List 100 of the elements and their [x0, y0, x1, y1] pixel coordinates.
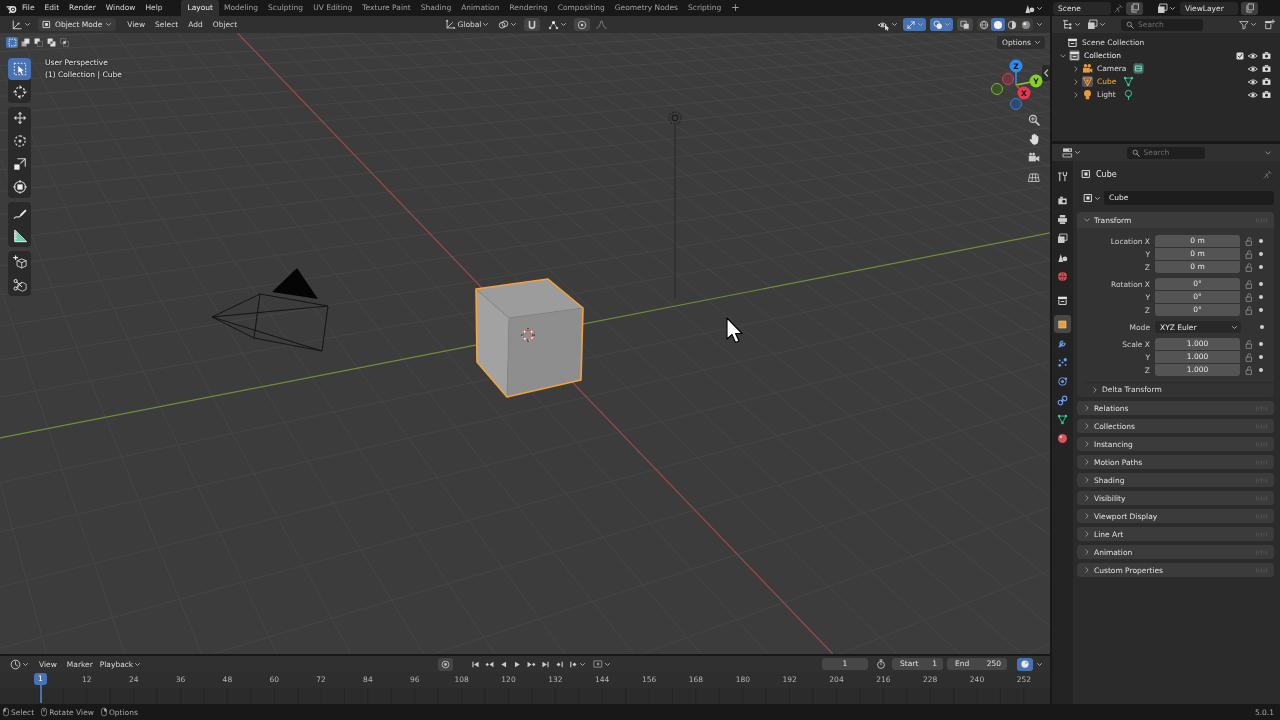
keyframe-left-icon[interactable]: [556, 659, 565, 669]
shading-mode-button[interactable]: [991, 18, 1005, 31]
padlock-open-icon[interactable]: [1245, 236, 1253, 246]
material-sphere-icon: [1007, 19, 1017, 30]
chevron-down-icon[interactable]: [1060, 52, 1066, 59]
shading-mode-button[interactable]: [1019, 18, 1033, 31]
shading-mode-button[interactable]: [1005, 18, 1019, 31]
light-object: [668, 111, 682, 125]
chevron-down-icon[interactable]: [1265, 149, 1271, 156]
view-layer-selector[interactable]: [1155, 1, 1177, 15]
snap-toggle[interactable]: [1017, 657, 1033, 671]
dot-icon[interactable]: [1259, 355, 1263, 359]
chevron-right-icon[interactable]: [1073, 65, 1079, 72]
dot-icon[interactable]: [1259, 368, 1263, 372]
stopwatch-icon[interactable]: [876, 659, 886, 669]
skip-end-icon[interactable]: [541, 659, 550, 669]
collection-box-icon: [1067, 37, 1078, 48]
video-camera-icon[interactable]: [1028, 152, 1040, 164]
properties-tab[interactable]: [1054, 315, 1071, 333]
padlock-open-icon[interactable]: [1245, 292, 1253, 302]
select-new-icon: [7, 38, 17, 47]
zoom-icon[interactable]: [1028, 114, 1040, 126]
checkbox-checked-icon[interactable]: [1236, 51, 1244, 60]
dot-icon[interactable]: [1259, 295, 1263, 299]
dot-icon[interactable]: [1259, 342, 1263, 346]
auto-keying-toggle[interactable]: [438, 657, 453, 671]
overlay-toggle[interactable]: [930, 18, 953, 31]
chevron-right-icon[interactable]: [1073, 91, 1079, 98]
previous-keyframe-icon[interactable]: [485, 659, 494, 669]
tool-button[interactable]: [8, 58, 31, 80]
editor-type-button[interactable]: [1060, 18, 1082, 31]
display-mode-dropdown[interactable]: [1085, 18, 1107, 31]
copy-icon: [1244, 3, 1255, 13]
caret-icon: [1075, 23, 1080, 26]
perspective-grid-icon[interactable]: [1028, 171, 1040, 183]
copy-button[interactable]: [1241, 1, 1258, 15]
dot-icon[interactable]: [1259, 282, 1263, 286]
image-stack-icon: [1157, 2, 1168, 14]
select-intersect-icon: [59, 38, 69, 47]
padlock-open-icon[interactable]: [1245, 249, 1253, 259]
padlock-open-icon[interactable]: [1245, 365, 1253, 375]
bulb-icon: [1082, 89, 1093, 100]
render-camera-icon[interactable]: [1262, 90, 1271, 99]
next-keyframe-icon[interactable]: [527, 659, 536, 669]
padlock-open-icon[interactable]: [1245, 305, 1253, 315]
select-mode-button[interactable]: [6, 37, 18, 48]
render-camera-icon[interactable]: [1262, 64, 1271, 73]
caret-icon: [1075, 151, 1080, 154]
dot-icon[interactable]: [1259, 239, 1263, 243]
shading-mode-button[interactable]: [977, 18, 991, 31]
eye-icon[interactable]: [1248, 89, 1258, 100]
play-icon[interactable]: [513, 659, 522, 669]
select-mode-button[interactable]: [45, 37, 57, 48]
dot-icon[interactable]: [1259, 252, 1263, 256]
falloff-curve-icon[interactable]: [596, 19, 608, 30]
datablock-dropdown[interactable]: [1081, 191, 1102, 205]
add-workspace-button[interactable]: +: [726, 0, 745, 16]
padlock-open-icon[interactable]: [1245, 279, 1253, 289]
eye-icon[interactable]: [1248, 63, 1258, 74]
movie-camera-icon: [1082, 63, 1093, 74]
play-reverse-icon[interactable]: [499, 659, 508, 669]
search-icon: [1126, 20, 1134, 29]
new-collection-icon[interactable]: [1264, 19, 1275, 30]
record-icon: [441, 659, 450, 669]
render-camera-icon[interactable]: [1262, 77, 1271, 86]
padlock-open-icon[interactable]: [1245, 262, 1253, 272]
copy-button[interactable]: [1126, 1, 1143, 15]
dot-icon[interactable]: [1259, 265, 1263, 269]
filter-dropdown[interactable]: [1237, 18, 1258, 31]
caret-icon: [25, 23, 30, 26]
eye-icon[interactable]: [1248, 76, 1258, 87]
padlock-open-icon[interactable]: [1245, 352, 1253, 362]
keying-set-dropdown[interactable]: [591, 657, 612, 671]
dot-icon[interactable]: [1260, 325, 1264, 329]
particles-icon: [1057, 356, 1068, 368]
hand-icon[interactable]: [1028, 133, 1040, 145]
padlock-open-icon[interactable]: [1245, 339, 1253, 349]
chevron-right-icon[interactable]: [1073, 78, 1079, 85]
editor-type-button[interactable]: [8, 657, 30, 671]
orbit-icon: [1057, 375, 1068, 387]
keyframe-right-icon[interactable]: [568, 659, 577, 669]
select-mode-button[interactable]: [19, 37, 31, 48]
pivot-dropdown[interactable]: [496, 18, 519, 31]
gizmo-toggle[interactable]: [903, 18, 926, 31]
xray-toggle[interactable]: [957, 18, 973, 31]
chevron-left-icon[interactable]: [1042, 65, 1050, 81]
object-square-icon: [42, 20, 51, 29]
render-camera-icon[interactable]: [1262, 51, 1271, 60]
eye-icon[interactable]: [1248, 50, 1258, 61]
skip-start-icon[interactable]: [471, 659, 480, 669]
caret-icon: [1037, 6, 1042, 10]
proportional-editing-toggle[interactable]: [574, 18, 591, 31]
snap-target-dropdown[interactable]: [546, 18, 569, 31]
dot-icon[interactable]: [1259, 308, 1263, 312]
select-mode-button[interactable]: [58, 37, 70, 48]
pin-icon[interactable]: [1263, 169, 1272, 179]
select-mode-button[interactable]: [32, 37, 44, 48]
add-cube-icon: [12, 255, 27, 269]
snap-toggle[interactable]: [524, 18, 541, 31]
pin-icon[interactable]: [1114, 3, 1123, 13]
